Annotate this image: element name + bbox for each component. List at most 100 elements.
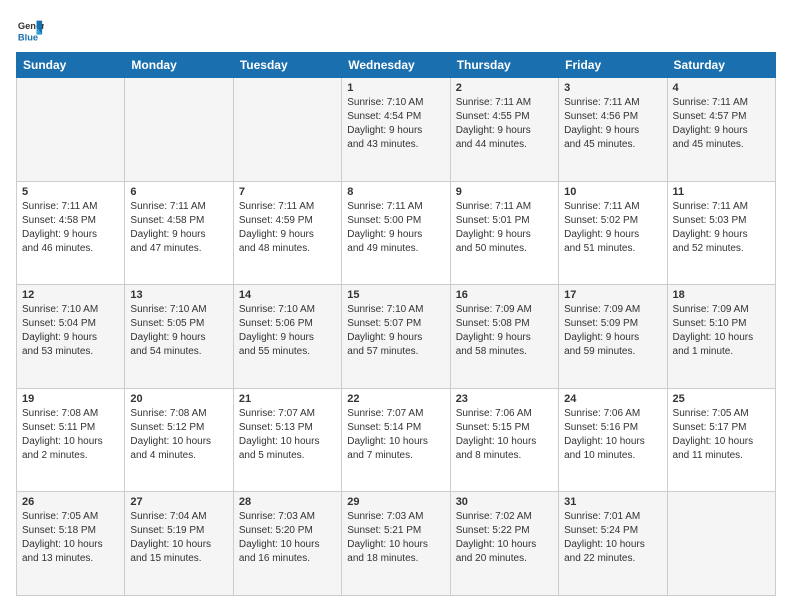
calendar-week-row: 19Sunrise: 7:08 AM Sunset: 5:11 PM Dayli… xyxy=(17,388,776,492)
day-info: Sunrise: 7:04 AM Sunset: 5:19 PM Dayligh… xyxy=(130,510,227,566)
day-info: Sunrise: 7:08 AM Sunset: 5:11 PM Dayligh… xyxy=(22,407,119,463)
day-info: Sunrise: 7:07 AM Sunset: 5:14 PM Dayligh… xyxy=(347,407,444,463)
day-number: 28 xyxy=(239,496,336,508)
day-number: 16 xyxy=(456,289,553,301)
calendar-cell: 6 Sunrise: 7:11 AM Sunset: 4:58 PM Daylig… xyxy=(125,181,233,285)
day-number: 18 xyxy=(673,289,770,301)
calendar-cell: 22 Sunrise: 7:07 AM Sunset: 5:14 PM Dayli… xyxy=(342,388,450,492)
calendar-week-row: 26 Sunrise: 7:05 AM Sunset: 5:18 PM Dayli… xyxy=(17,492,776,596)
day-number: 6 xyxy=(130,186,227,198)
day-info: Sunrise: 7:11 AM Sunset: 4:57 PM Dayligh… xyxy=(673,96,770,152)
day-info: Sunrise: 7:11 AM Sunset: 4:59 PM Dayligh… xyxy=(239,200,336,256)
day-number: 2 xyxy=(456,82,553,94)
day-number: 5 xyxy=(22,186,119,198)
header: General Blue xyxy=(16,16,776,44)
day-info: Sunrise: 7:03 AM Sunset: 5:20 PM Dayligh… xyxy=(239,510,336,566)
calendar-cell: 5Sunrise: 7:11 AM Sunset: 4:58 PM Daylig… xyxy=(17,181,125,285)
day-info: Sunrise: 7:11 AM Sunset: 4:56 PM Dayligh… xyxy=(564,96,661,152)
day-number: 30 xyxy=(456,496,553,508)
day-number: 3 xyxy=(564,82,661,94)
day-number: 4 xyxy=(673,82,770,94)
calendar-cell xyxy=(667,492,775,596)
day-info: Sunrise: 7:05 AM Sunset: 5:18 PM Dayligh… xyxy=(22,510,119,566)
day-info: Sunrise: 7:11 AM Sunset: 4:58 PM Dayligh… xyxy=(130,200,227,256)
weekday-header-row: SundayMondayTuesdayWednesdayThursdayFrid… xyxy=(17,53,776,78)
calendar-table: SundayMondayTuesdayWednesdayThursdayFrid… xyxy=(16,52,776,596)
weekday-header: Thursday xyxy=(450,53,558,78)
calendar-cell: 10Sunrise: 7:11 AM Sunset: 5:02 PM Dayli… xyxy=(559,181,667,285)
calendar-cell: 24 Sunrise: 7:06 AM Sunset: 5:16 PM Dayli… xyxy=(559,388,667,492)
day-number: 27 xyxy=(130,496,227,508)
calendar-cell: 4 Sunrise: 7:11 AM Sunset: 4:57 PM Daylig… xyxy=(667,78,775,182)
day-number: 9 xyxy=(456,186,553,198)
day-info: Sunrise: 7:10 AM Sunset: 5:05 PM Dayligh… xyxy=(130,303,227,359)
day-info: Sunrise: 7:09 AM Sunset: 5:09 PM Dayligh… xyxy=(564,303,661,359)
calendar-cell: 18 Sunrise: 7:09 AM Sunset: 5:10 PM Dayli… xyxy=(667,285,775,389)
day-info: Sunrise: 7:09 AM Sunset: 5:10 PM Dayligh… xyxy=(673,303,770,359)
day-number: 21 xyxy=(239,393,336,405)
day-info: Sunrise: 7:11 AM Sunset: 5:03 PM Dayligh… xyxy=(673,200,770,256)
day-number: 17 xyxy=(564,289,661,301)
day-number: 7 xyxy=(239,186,336,198)
calendar-cell: 23Sunrise: 7:06 AM Sunset: 5:15 PM Dayli… xyxy=(450,388,558,492)
weekday-header: Sunday xyxy=(17,53,125,78)
calendar-cell: 27 Sunrise: 7:04 AM Sunset: 5:19 PM Dayli… xyxy=(125,492,233,596)
day-info: Sunrise: 7:11 AM Sunset: 4:55 PM Dayligh… xyxy=(456,96,553,152)
calendar-cell: 31 Sunrise: 7:01 AM Sunset: 5:24 PM Dayli… xyxy=(559,492,667,596)
calendar-cell: 12 Sunrise: 7:10 AM Sunset: 5:04 PM Dayli… xyxy=(17,285,125,389)
calendar-cell xyxy=(233,78,341,182)
weekday-header: Saturday xyxy=(667,53,775,78)
calendar-cell: 9Sunrise: 7:11 AM Sunset: 5:01 PM Daylig… xyxy=(450,181,558,285)
day-number: 15 xyxy=(347,289,444,301)
calendar-week-row: 5 Sunrise: 7:11 AM Sunset: 4:58 PM Daylig… xyxy=(17,181,776,285)
calendar-cell: 21 Sunrise: 7:07 AM Sunset: 5:13 PM Dayli… xyxy=(233,388,341,492)
day-number: 12 xyxy=(22,289,119,301)
day-info: Sunrise: 7:10 AM Sunset: 5:04 PM Dayligh… xyxy=(22,303,119,359)
day-info: Sunrise: 7:01 AM Sunset: 5:24 PM Dayligh… xyxy=(564,510,661,566)
calendar-cell xyxy=(125,78,233,182)
day-info: Sunrise: 7:10 AM Sunset: 5:07 PM Dayligh… xyxy=(347,303,444,359)
calendar-container: General Blue SundayMondayTuesdayWednesda… xyxy=(0,0,792,612)
day-info: Sunrise: 7:06 AM Sunset: 5:16 PM Dayligh… xyxy=(564,407,661,463)
day-info: Sunrise: 7:10 AM Sunset: 4:54 PM Dayligh… xyxy=(347,96,444,152)
calendar-cell: 30Sunrise: 7:02 AM Sunset: 5:22 PM Dayli… xyxy=(450,492,558,596)
calendar-cell xyxy=(17,78,125,182)
day-number: 13 xyxy=(130,289,227,301)
day-info: Sunrise: 7:08 AM Sunset: 5:12 PM Dayligh… xyxy=(130,407,227,463)
calendar-cell: 16 Sunrise: 7:09 AM Sunset: 5:08 PM Dayli… xyxy=(450,285,558,389)
calendar-cell: 19Sunrise: 7:08 AM Sunset: 5:11 PM Dayli… xyxy=(17,388,125,492)
day-number: 22 xyxy=(347,393,444,405)
calendar-cell: 15 Sunrise: 7:10 AM Sunset: 5:07 PM Dayli… xyxy=(342,285,450,389)
day-info: Sunrise: 7:11 AM Sunset: 5:00 PM Dayligh… xyxy=(347,200,444,256)
day-info: Sunrise: 7:05 AM Sunset: 5:17 PM Dayligh… xyxy=(673,407,770,463)
svg-text:Blue: Blue xyxy=(18,32,38,42)
day-info: Sunrise: 7:10 AM Sunset: 5:06 PM Dayligh… xyxy=(239,303,336,359)
calendar-cell: 26 Sunrise: 7:05 AM Sunset: 5:18 PM Dayli… xyxy=(17,492,125,596)
calendar-cell: 20 Sunrise: 7:08 AM Sunset: 5:12 PM Dayli… xyxy=(125,388,233,492)
day-number: 20 xyxy=(130,393,227,405)
day-number: 26 xyxy=(22,496,119,508)
calendar-cell: 29Sunrise: 7:03 AM Sunset: 5:21 PM Dayli… xyxy=(342,492,450,596)
calendar-cell: 17 Sunrise: 7:09 AM Sunset: 5:09 PM Dayli… xyxy=(559,285,667,389)
calendar-cell: 2 Sunrise: 7:11 AM Sunset: 4:55 PM Daylig… xyxy=(450,78,558,182)
weekday-header: Monday xyxy=(125,53,233,78)
day-info: Sunrise: 7:07 AM Sunset: 5:13 PM Dayligh… xyxy=(239,407,336,463)
day-number: 1 xyxy=(347,82,444,94)
day-number: 10 xyxy=(564,186,661,198)
calendar-cell: 11 Sunrise: 7:11 AM Sunset: 5:03 PM Dayli… xyxy=(667,181,775,285)
day-info: Sunrise: 7:06 AM Sunset: 5:15 PM Dayligh… xyxy=(456,407,553,463)
logo: General Blue xyxy=(16,16,48,44)
day-number: 11 xyxy=(673,186,770,198)
calendar-cell: 7 Sunrise: 7:11 AM Sunset: 4:59 PM Daylig… xyxy=(233,181,341,285)
weekday-header: Friday xyxy=(559,53,667,78)
day-number: 24 xyxy=(564,393,661,405)
calendar-cell: 25 Sunrise: 7:05 AM Sunset: 5:17 PM Dayli… xyxy=(667,388,775,492)
day-number: 8 xyxy=(347,186,444,198)
calendar-week-row: 1 Sunrise: 7:10 AM Sunset: 4:54 PM Daylig… xyxy=(17,78,776,182)
calendar-week-row: 12 Sunrise: 7:10 AM Sunset: 5:04 PM Dayli… xyxy=(17,285,776,389)
day-info: Sunrise: 7:03 AM Sunset: 5:21 PM Dayligh… xyxy=(347,510,444,566)
day-number: 25 xyxy=(673,393,770,405)
day-info: Sunrise: 7:09 AM Sunset: 5:08 PM Dayligh… xyxy=(456,303,553,359)
day-number: 31 xyxy=(564,496,661,508)
calendar-cell: 8 Sunrise: 7:11 AM Sunset: 5:00 PM Daylig… xyxy=(342,181,450,285)
